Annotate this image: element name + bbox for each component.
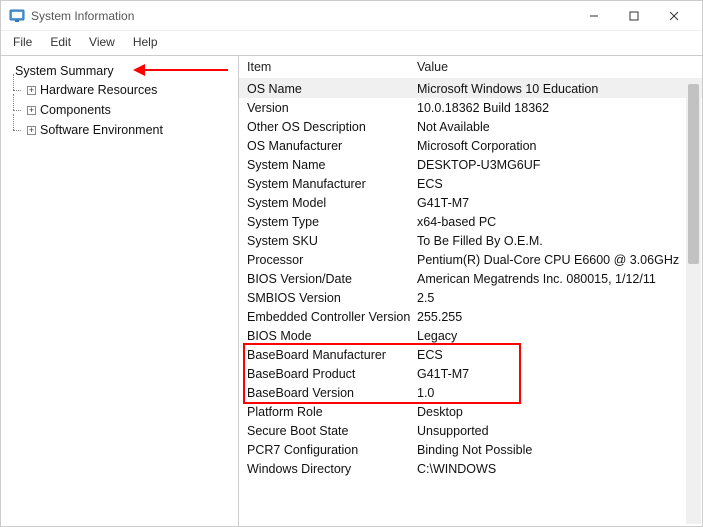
cell-value: Pentium(R) Dual-Core CPU E6600 @ 3.06GHz [417,253,702,267]
titlebar: System Information [1,1,702,31]
minimize-button[interactable] [574,2,614,30]
window-title: System Information [31,9,574,23]
cell-value: ECS [417,177,702,191]
menu-help[interactable]: Help [125,33,166,51]
cell-item: BaseBoard Version [247,386,417,400]
table-row[interactable]: Other OS DescriptionNot Available [239,117,702,136]
close-button[interactable] [654,2,694,30]
cell-value: ECS [417,348,702,362]
cell-item: Secure Boot State [247,424,417,438]
cell-value: G41T-M7 [417,196,702,210]
cell-value: 255.255 [417,310,702,324]
cell-value: Microsoft Corporation [417,139,702,153]
expand-icon[interactable]: + [27,126,36,135]
table-row[interactable]: System ManufacturerECS [239,174,702,193]
cell-value: Not Available [417,120,702,134]
cell-item: Processor [247,253,417,267]
cell-item: SMBIOS Version [247,291,417,305]
table-row[interactable]: Platform RoleDesktop [239,402,702,421]
cell-value: 10.0.18362 Build 18362 [417,101,702,115]
expand-icon[interactable]: + [27,86,36,95]
table-row[interactable]: Windows DirectoryC:\WINDOWS [239,459,702,478]
cell-value: Desktop [417,405,702,419]
menu-file[interactable]: File [5,33,40,51]
menu-view[interactable]: View [81,33,123,51]
vertical-scrollbar[interactable] [686,80,701,524]
table-row[interactable]: SMBIOS Version2.5 [239,288,702,307]
cell-item: Windows Directory [247,462,417,476]
table-row[interactable]: BIOS ModeLegacy [239,326,702,345]
cell-item: System Name [247,158,417,172]
cell-item: System Type [247,215,417,229]
table-row[interactable]: Version10.0.18362 Build 18362 [239,98,702,117]
table-row[interactable]: System NameDESKTOP-U3MG6UF [239,155,702,174]
cell-item: System SKU [247,234,417,248]
tree-item[interactable]: + Software Environment [5,120,234,140]
table-row[interactable]: Embedded Controller Version255.255 [239,307,702,326]
cell-value: American Megatrends Inc. 080015, 1/12/11 [417,272,702,286]
cell-item: System Manufacturer [247,177,417,191]
cell-value: Unsupported [417,424,702,438]
table-row[interactable]: PCR7 ConfigurationBinding Not Possible [239,440,702,459]
expand-icon[interactable]: + [27,106,36,115]
cell-value: G41T-M7 [417,367,702,381]
table-row[interactable]: System Typex64-based PC [239,212,702,231]
tree-item[interactable]: + Components [5,100,234,120]
tree-connector [9,102,27,118]
cell-item: System Model [247,196,417,210]
detail-pane: Item Value OS NameMicrosoft Windows 10 E… [239,56,702,526]
content-area: System Summary + Hardware Resources + Compo… [1,55,702,526]
table-row[interactable]: BaseBoard Version1.0 [239,383,702,402]
cell-value: Legacy [417,329,702,343]
tree-item-label: Hardware Resources [40,83,157,97]
table-row[interactable]: System SKUTo Be Filled By O.E.M. [239,231,702,250]
table-row[interactable]: OS NameMicrosoft Windows 10 Education [239,79,702,98]
scrollbar-thumb[interactable] [688,84,699,264]
cell-item: OS Manufacturer [247,139,417,153]
table-row[interactable]: System ModelG41T-M7 [239,193,702,212]
tree-root-system-summary[interactable]: System Summary [5,62,118,80]
tree-connector [9,122,27,138]
cell-item: Other OS Description [247,120,417,134]
cell-item: BaseBoard Manufacturer [247,348,417,362]
cell-item: PCR7 Configuration [247,443,417,457]
cell-item: BIOS Mode [247,329,417,343]
table-row[interactable]: OS ManufacturerMicrosoft Corporation [239,136,702,155]
window-controls [574,2,694,30]
menubar: File Edit View Help [1,31,702,55]
table-row[interactable]: ProcessorPentium(R) Dual-Core CPU E6600 … [239,250,702,269]
cell-value: Binding Not Possible [417,443,702,457]
cell-value: 2.5 [417,291,702,305]
tree-connector [9,82,27,98]
cell-item: Platform Role [247,405,417,419]
arrow-annotation [133,64,228,76]
maximize-button[interactable] [614,2,654,30]
tree-pane: System Summary + Hardware Resources + Compo… [1,56,239,526]
table-row[interactable]: BaseBoard ProductG41T-M7 [239,364,702,383]
tree-item-label: Components [40,103,111,117]
column-header-value[interactable]: Value [417,60,702,74]
cell-value: C:\WINDOWS [417,462,702,476]
menu-edit[interactable]: Edit [42,33,79,51]
tree-item[interactable]: + Hardware Resources [5,80,234,100]
cell-value: DESKTOP-U3MG6UF [417,158,702,172]
cell-item: Version [247,101,417,115]
cell-value: x64-based PC [417,215,702,229]
cell-item: BIOS Version/Date [247,272,417,286]
app-icon [9,8,25,24]
cell-value: 1.0 [417,386,702,400]
cell-item: OS Name [247,82,417,96]
column-header-item[interactable]: Item [247,60,417,74]
table-row[interactable]: BIOS Version/DateAmerican Megatrends Inc… [239,269,702,288]
table-row[interactable]: BaseBoard ManufacturerECS [239,345,702,364]
table-header[interactable]: Item Value [239,56,702,79]
cell-value: Microsoft Windows 10 Education [417,82,702,96]
cell-item: Embedded Controller Version [247,310,417,324]
table-row[interactable]: Secure Boot StateUnsupported [239,421,702,440]
cell-value: To Be Filled By O.E.M. [417,234,702,248]
cell-item: BaseBoard Product [247,367,417,381]
tree-item-label: Software Environment [40,123,163,137]
